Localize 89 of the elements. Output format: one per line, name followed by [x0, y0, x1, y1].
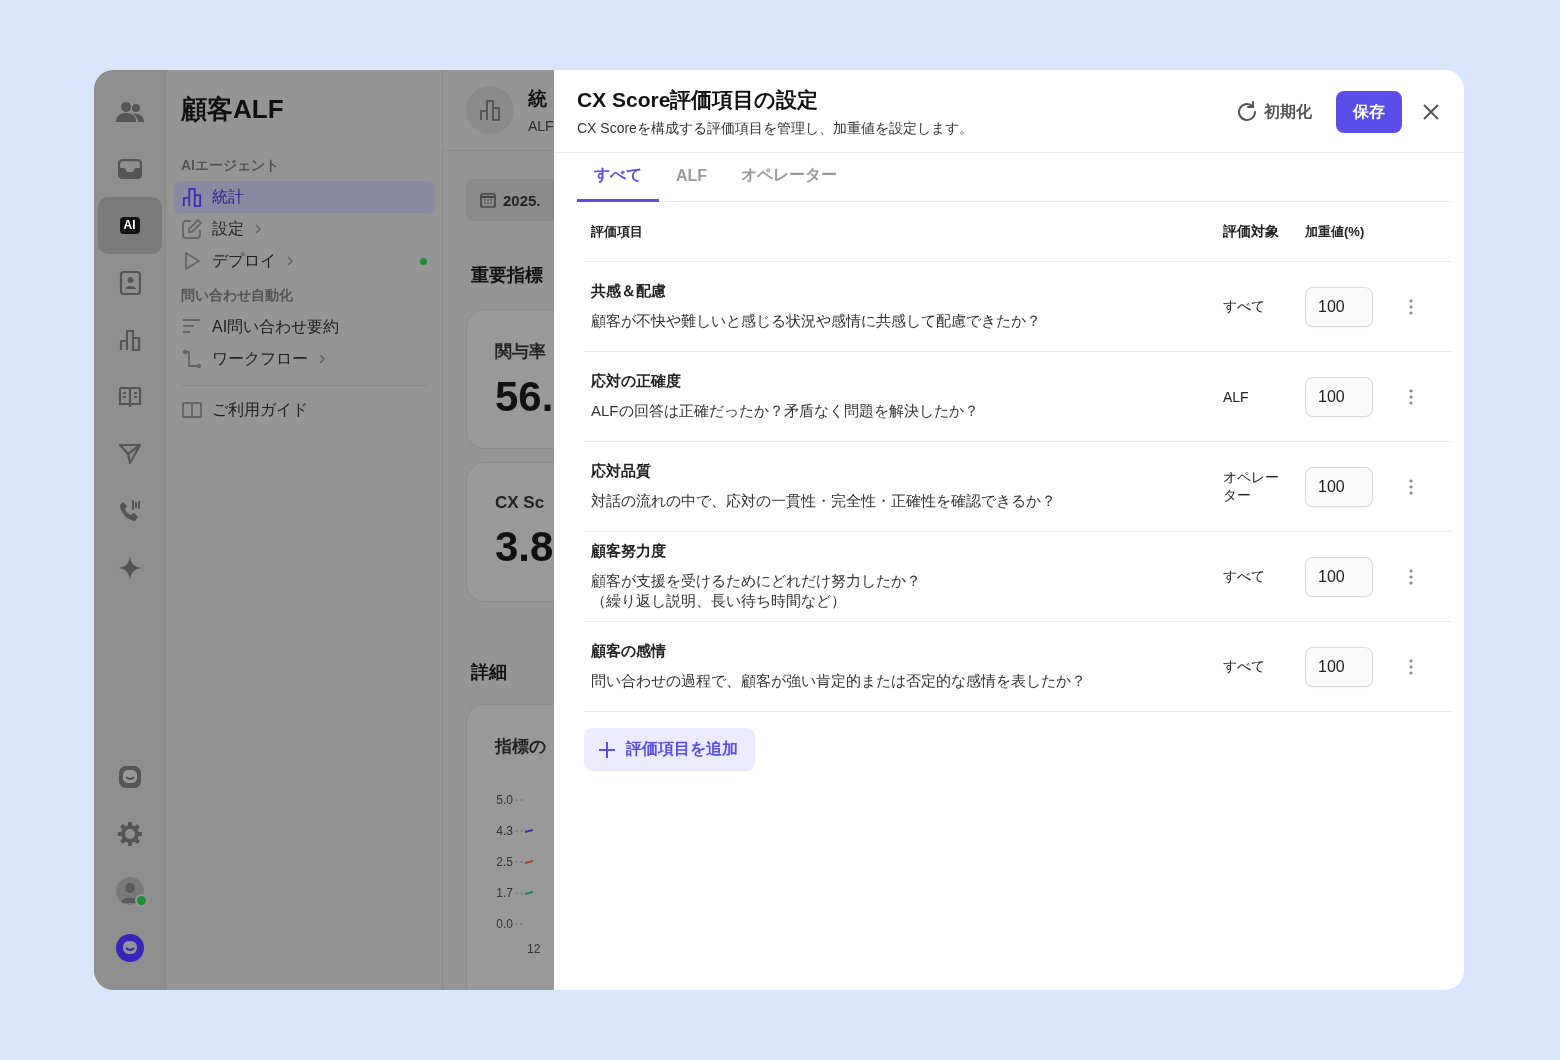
chart-line-fragment-drawing: [525, 890, 533, 895]
panel-subtitle: CX Scoreを構成する評価項目を管理し、加重値を設定します。: [577, 120, 974, 138]
calendar-icon: [480, 192, 496, 208]
sidebar-item[interactable]: AI問い合わせ要約: [174, 311, 435, 343]
target-cell-text: ALF: [1223, 388, 1250, 405]
plus-icon: [598, 740, 616, 759]
section-heading: 問い合わせ自動化: [180, 287, 294, 305]
workflow-icon: [182, 349, 202, 369]
book-icon: [182, 400, 202, 420]
target-cell-text: オペレーター: [1223, 468, 1280, 505]
weight-input[interactable]: 100: [1305, 376, 1373, 417]
column-header: 評価項目: [590, 222, 644, 241]
axis-tick-label: 4.3: [495, 823, 513, 838]
item-description: 対話の流れの中で、応対の一貫性・完全性・正確性を確認できるか？: [591, 491, 1057, 511]
item-description: 顧客が不快や難しいと感じる状況や感情に共感して配慮できたか？: [591, 311, 1042, 331]
item-title: 応対の正確度: [591, 372, 682, 391]
item-title: 顧客努力度: [591, 542, 667, 561]
contact-card-icon: [118, 270, 141, 295]
chart-title: 指標の: [495, 736, 547, 758]
column-header: 評価対象: [1223, 222, 1280, 241]
target-cell-text: すべて: [1223, 567, 1266, 586]
axis-tick-label: 12: [527, 942, 541, 956]
more-vertical-icon: [1409, 568, 1413, 585]
bar-chart-icon: [118, 328, 141, 351]
filter-tab[interactable]: すべて: [577, 157, 659, 202]
close-icon: [1422, 103, 1440, 121]
ai-badge-icon: AI: [119, 217, 140, 234]
more-vertical-icon: [1409, 478, 1413, 495]
metric-label: CX Sc: [495, 493, 546, 513]
more-vertical-icon: [1409, 388, 1413, 405]
date-range-button[interactable]: 2025.: [466, 179, 554, 221]
edit-icon: [182, 219, 202, 239]
weight-input[interactable]: 100: [1305, 466, 1373, 507]
user-avatar: [115, 876, 144, 905]
metric-value: 56.: [495, 373, 554, 421]
section-heading: AIエージェント: [180, 157, 280, 175]
sidebar-item[interactable]: デプロイ: [174, 245, 435, 277]
chart-line-fragment-drawing: [525, 828, 533, 833]
target-cell-text: すべて: [1223, 657, 1266, 676]
weight-input[interactable]: 100: [1305, 556, 1373, 597]
filter-tab[interactable]: ALF: [659, 157, 725, 202]
save-button[interactable]: 保存: [1336, 91, 1402, 133]
rail-nav-item[interactable]: AI: [97, 197, 162, 254]
phone-icon: [117, 498, 142, 523]
item-description: 顧客が支援を受けるためにどれだけ努力したか？: [591, 571, 922, 591]
item-title: 共感＆配慮: [591, 282, 667, 301]
weight-input[interactable]: 100: [1305, 286, 1373, 327]
sparkle-icon: [117, 555, 142, 580]
more-vertical-icon: [1409, 658, 1413, 675]
people-icon: [115, 100, 144, 123]
item-description-note: （繰り返し説明、長い待ち時間など）: [591, 591, 847, 611]
target-cell-text: すべて: [1223, 297, 1266, 316]
reset-button[interactable]: 初期化: [1226, 93, 1322, 131]
chat-bubble-icon: [117, 764, 142, 789]
page-subtitle: ALF: [528, 118, 554, 134]
app-title: 顧客ALF: [179, 93, 285, 126]
panel-title: CX Score評価項目の設定: [577, 87, 820, 113]
item-title: 応対品質: [591, 462, 652, 481]
send-icon: [117, 442, 142, 465]
page-title: 統: [528, 87, 548, 111]
item-description: 問い合わせの過程で、顧客が強い肯定的または否定的な感情を表したか？: [591, 671, 1087, 691]
section-heading: 詳細: [471, 661, 508, 684]
axis-tick-label: 2.5: [495, 854, 513, 869]
book-icon: [117, 385, 142, 408]
refresh-icon: [1236, 101, 1258, 123]
add-item-button[interactable]: 評価項目を追加: [584, 728, 755, 771]
item-title: 顧客の感情: [591, 642, 667, 661]
bar-chart-icon: [479, 99, 501, 121]
weight-input[interactable]: 100: [1305, 646, 1373, 687]
inbox-tray-icon: [117, 158, 142, 179]
sidebar-item[interactable]: ご利用ガイド: [174, 394, 435, 426]
sidebar-item[interactable]: ワークフロー: [174, 343, 435, 375]
metric-label: 関与率: [495, 341, 547, 363]
section-heading: 重要指標: [471, 264, 544, 287]
column-header: 加重値(%): [1305, 222, 1366, 241]
chart-line-fragment-drawing: [525, 859, 533, 864]
sidebar-item[interactable]: 設定: [174, 213, 435, 245]
chat-logo-icon: [115, 933, 144, 962]
metric-value: 3.8: [495, 523, 554, 571]
more-vertical-icon: [1409, 298, 1413, 315]
play-icon: [182, 251, 202, 271]
item-description: ALFの回答は正確だったか？矛盾なく問題を解決したか？: [591, 401, 980, 421]
axis-tick-label: 0.0: [495, 916, 513, 931]
axis-tick-label: 1.7: [495, 885, 513, 900]
axis-tick-label: 5.0: [495, 792, 513, 807]
settings-icon: [117, 821, 142, 846]
sidebar-item[interactable]: 統計: [174, 181, 435, 213]
bar-chart-icon: [182, 187, 202, 207]
filter-tab[interactable]: オペレーター: [724, 157, 855, 202]
